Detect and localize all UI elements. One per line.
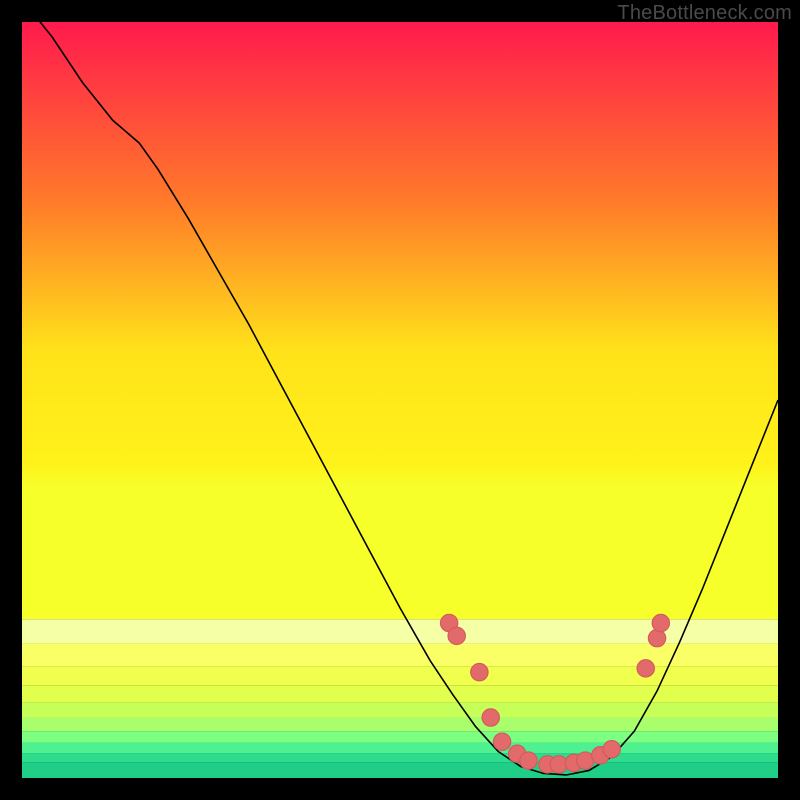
plot-area (22, 22, 778, 778)
chart-outer-frame: TheBottleneck.com (0, 0, 800, 800)
data-marker (482, 709, 499, 726)
data-marker (471, 663, 488, 680)
gradient-background-upper (22, 22, 778, 619)
data-marker (648, 629, 665, 646)
data-marker (493, 733, 510, 750)
chart-svg (22, 22, 778, 778)
data-marker (448, 627, 465, 644)
data-marker (637, 660, 654, 677)
data-marker (603, 741, 620, 758)
data-marker (520, 752, 537, 769)
data-marker (652, 614, 669, 631)
